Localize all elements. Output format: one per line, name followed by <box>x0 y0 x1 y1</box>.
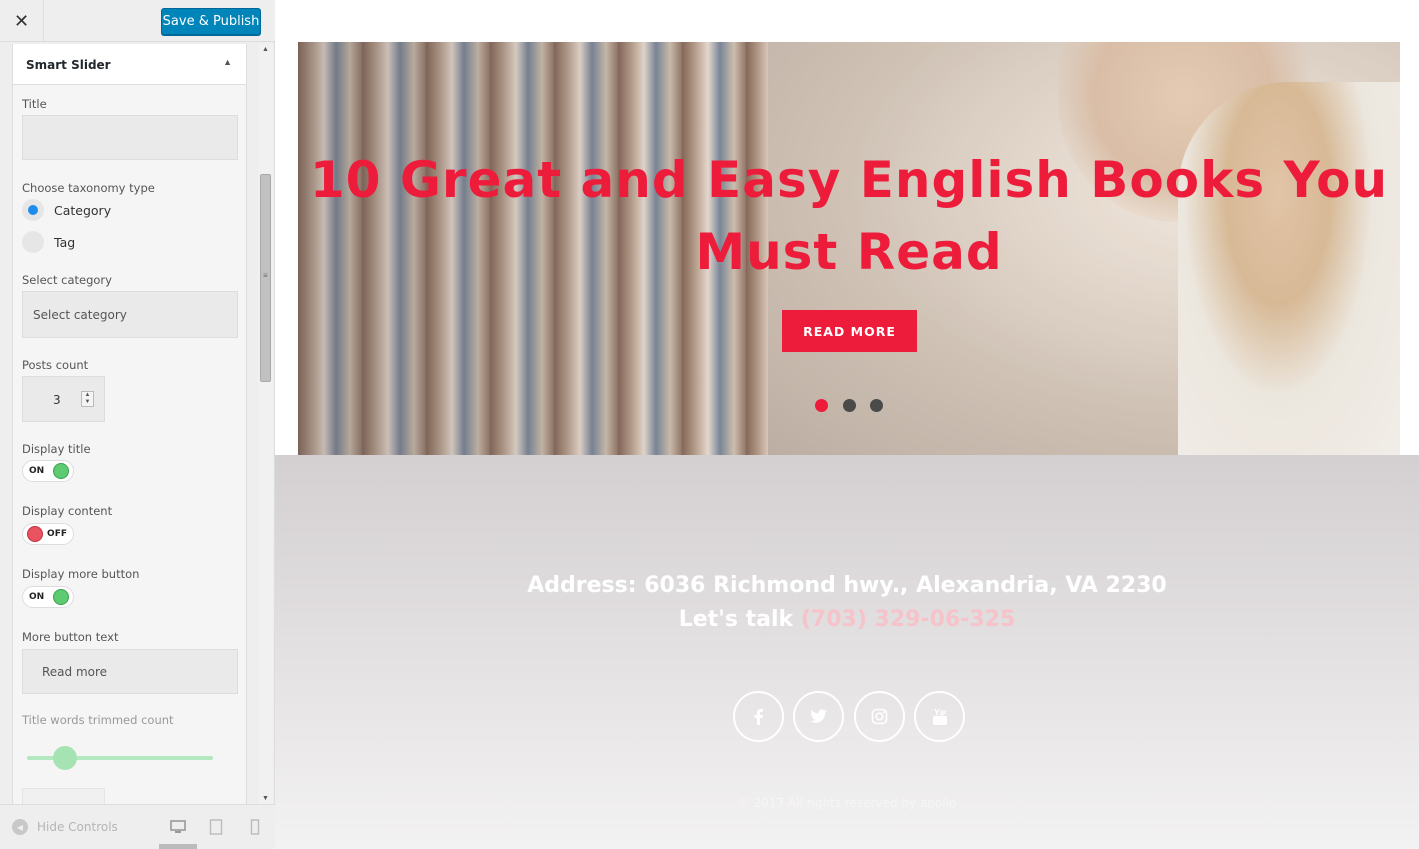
display-title-toggle[interactable]: ON <box>22 460 74 482</box>
display-more-toggle[interactable]: ON <box>22 586 74 608</box>
stepper-arrows-icon[interactable]: ▲ ▼ <box>81 391 94 407</box>
trim-label: Title words trimmed count <box>22 713 174 727</box>
scroll-thumb[interactable]: ≡ <box>260 174 271 382</box>
trim-count-input[interactable] <box>22 788 105 804</box>
display-content-toggle[interactable]: OFF <box>22 523 74 545</box>
smart-slider-panel: Smart Slider ▲ Title Choose taxonomy typ… <box>12 44 247 804</box>
category-select[interactable]: Select category <box>22 291 238 338</box>
toggle-knob <box>53 589 69 605</box>
customizer-header: ✕ Save & Publish <box>0 0 275 42</box>
title-label: Title <box>22 97 47 111</box>
hide-controls-button[interactable]: ◀ Hide Controls <box>12 819 118 835</box>
footer-address: Address: 6036 Richmond hwy., Alexandria,… <box>527 573 1167 598</box>
slide-title[interactable]: 10 Great and Easy English Books You Must… <box>298 144 1400 288</box>
footer-contact: Let's talk (703) 329-06-325 <box>275 607 1419 632</box>
panel-scrollbar[interactable]: ▲ ≡ ▼ <box>258 44 273 804</box>
more-text-input[interactable]: Read more <box>22 649 238 694</box>
toggle-state: ON <box>29 592 45 602</box>
radio-tag-label[interactable]: Tag <box>54 235 75 250</box>
taxonomy-label: Choose taxonomy type <box>22 181 155 195</box>
scroll-up-icon[interactable]: ▲ <box>262 46 269 53</box>
hide-controls-label: Hide Controls <box>37 820 118 834</box>
active-device-indicator <box>159 844 197 849</box>
twitter-icon[interactable] <box>793 691 844 742</box>
phone-link[interactable]: (703) 329-06-325 <box>801 607 1015 632</box>
slider-dot[interactable] <box>815 399 828 412</box>
toggle-state: OFF <box>47 529 67 539</box>
toggle-knob <box>27 526 43 542</box>
radio-category-label[interactable]: Category <box>54 203 111 218</box>
grip-icon: ≡ <box>263 271 268 280</box>
toggle-knob <box>53 463 69 479</box>
display-title-label: Display title <box>22 442 91 456</box>
trim-slider-thumb[interactable] <box>53 746 77 770</box>
posts-count-label: Posts count <box>22 358 89 372</box>
radio-category[interactable] <box>22 199 44 221</box>
more-text-label: More button text <box>22 630 119 644</box>
display-more-label: Display more button <box>22 567 140 581</box>
instagram-icon[interactable] <box>854 691 905 742</box>
customizer-sidebar: ✕ Save & Publish Smart Slider ▲ Title Ch… <box>0 0 275 849</box>
save-publish-button[interactable]: Save & Publish <box>161 8 261 35</box>
section-header[interactable]: Smart Slider ▲ <box>13 44 246 85</box>
display-content-label: Display content <box>22 504 113 518</box>
desktop-icon[interactable] <box>168 817 188 837</box>
read-more-button[interactable]: READ MORE <box>782 310 917 352</box>
section-title: Smart Slider <box>26 58 111 72</box>
slider-dot[interactable] <box>870 399 883 412</box>
footer-copyright: © 2017 All rights reserved by apollo <box>737 796 957 810</box>
youtube-icon[interactable] <box>914 691 965 742</box>
mobile-icon[interactable] <box>245 817 265 837</box>
title-input[interactable] <box>22 115 238 160</box>
posts-count-value: 3 <box>53 393 61 407</box>
site-preview: 10 Great and Easy English Books You Must… <box>275 0 1419 849</box>
toggle-state: ON <box>29 466 45 476</box>
scroll-down-icon[interactable]: ▼ <box>262 795 269 802</box>
hero-slider: 10 Great and Easy English Books You Must… <box>298 42 1400 455</box>
slider-dot[interactable] <box>843 399 856 412</box>
collapse-left-icon: ◀ <box>12 819 28 835</box>
category-label: Select category <box>22 273 112 287</box>
radio-tag[interactable] <box>22 231 44 253</box>
facebook-icon[interactable] <box>733 691 784 742</box>
close-customizer-button[interactable]: ✕ <box>0 0 44 42</box>
close-icon: ✕ <box>13 10 30 31</box>
posts-count-stepper[interactable]: 3 ▲ ▼ <box>22 376 105 422</box>
triangle-up-icon[interactable]: ▲ <box>223 57 232 67</box>
site-footer: Address: 6036 Richmond hwy., Alexandria,… <box>275 455 1419 849</box>
tablet-icon[interactable] <box>206 817 226 837</box>
talk-label: Let's talk <box>678 607 794 632</box>
customizer-footer: ◀ Hide Controls <box>0 804 275 849</box>
